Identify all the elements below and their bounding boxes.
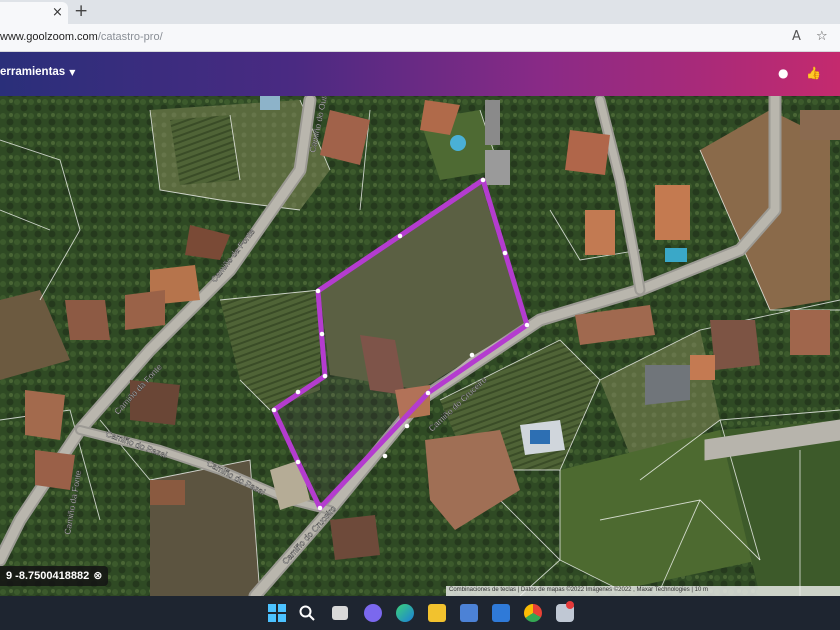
file-explorer-icon[interactable] xyxy=(428,604,446,622)
store-icon[interactable] xyxy=(460,604,478,622)
app-header: erramientas ▼ ● 👍 xyxy=(0,52,840,96)
favorites-icon[interactable]: ☆ xyxy=(816,29,828,44)
taskbar xyxy=(0,596,840,630)
url-host: www.goolzoom.com xyxy=(0,31,98,43)
tab-close-icon[interactable]: × xyxy=(52,5,63,20)
notification-badge xyxy=(566,601,574,609)
browser-tab-bar: × + xyxy=(0,0,840,24)
coordinates-text: 9 -8.7500418882 xyxy=(6,570,90,582)
chrome-icon[interactable] xyxy=(524,604,542,622)
tools-menu[interactable]: erramientas ▼ xyxy=(0,66,75,78)
url-path: /catastro-pro/ xyxy=(97,31,163,43)
like-icon[interactable]: 👍 xyxy=(806,66,821,80)
browser-tab[interactable]: × xyxy=(0,2,68,24)
address-bar[interactable]: www.goolzoom.com/catastro-pro/ A ☆ xyxy=(0,24,840,52)
mail-icon[interactable] xyxy=(492,604,510,622)
windows-start-icon[interactable] xyxy=(268,604,286,622)
chevron-down-icon: ▼ xyxy=(69,68,76,77)
search-icon[interactable] xyxy=(298,604,316,622)
tools-menu-label: erramientas xyxy=(0,66,66,78)
coordinates-readout: 9 -8.7500418882 ⊗ xyxy=(0,566,109,586)
help-icon[interactable]: ● xyxy=(778,66,788,80)
new-tab-icon[interactable]: + xyxy=(74,1,88,21)
map-canvas[interactable]: Camiño da Fonte Camiño da Fonte Camiño d… xyxy=(0,96,840,596)
edge-icon[interactable] xyxy=(396,604,414,622)
satellite-map[interactable]: Camiño da Fonte Camiño da Fonte Camiño d… xyxy=(0,96,840,596)
read-aloud-icon[interactable]: A xyxy=(792,29,801,44)
url-text[interactable]: www.goolzoom.com/catastro-pro/ xyxy=(0,31,163,43)
chat-icon[interactable] xyxy=(364,604,382,622)
close-icon[interactable]: ⊗ xyxy=(93,569,102,582)
task-view-icon[interactable] xyxy=(332,606,348,620)
map-attribution[interactable]: Combinaciones de teclas | Datos de mapas… xyxy=(446,586,840,596)
